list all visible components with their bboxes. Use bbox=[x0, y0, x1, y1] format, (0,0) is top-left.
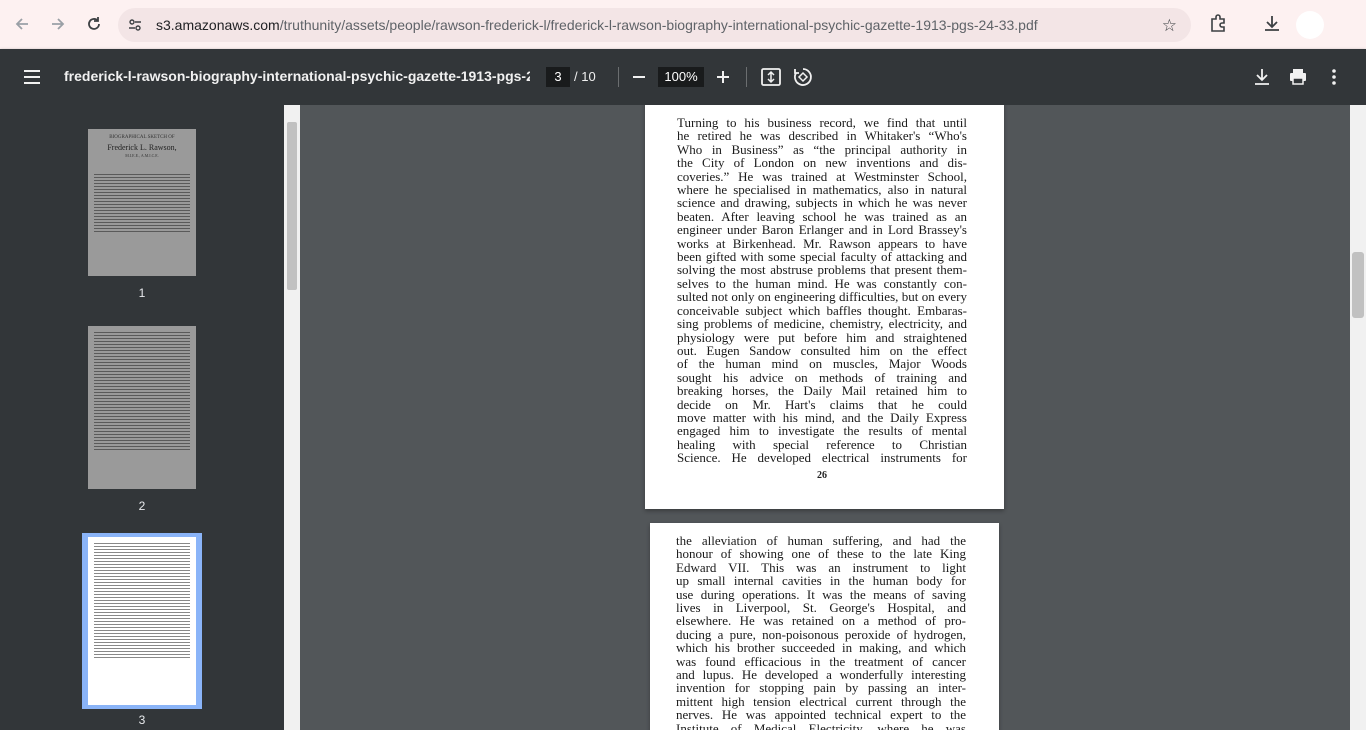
rotate-icon[interactable] bbox=[792, 66, 814, 88]
text-line: sought his advice on methods of training… bbox=[677, 369, 967, 385]
text-line: sing problems of medicine, chemistry, el… bbox=[677, 316, 967, 332]
text-line: selves to the human mind. He was constan… bbox=[677, 275, 967, 291]
text-line: ducing a pure, non-poisonous peroxide of… bbox=[676, 626, 966, 642]
text-line: of the human mind on muscles, Major Wood… bbox=[677, 356, 967, 372]
text-line: conceivable subject which baffles though… bbox=[677, 302, 967, 318]
text-line: breaking horses, the Daily Mail retained… bbox=[677, 383, 967, 399]
text-line: nerves. He was appointed technical exper… bbox=[676, 707, 966, 723]
text-line: mittent high tension electrical current … bbox=[676, 693, 966, 709]
profile-avatar[interactable] bbox=[1296, 11, 1324, 39]
thumbnail-image[interactable] bbox=[88, 537, 196, 705]
text-line: physiology were put before him and strai… bbox=[677, 329, 967, 345]
thumbnail-image[interactable]: BIOGRAPHICAL SKETCH OF Frederick L. Raws… bbox=[88, 129, 196, 276]
text-line: use during operations. It was the means … bbox=[676, 586, 966, 602]
text-line: move matter with his mind, and the Daily… bbox=[677, 409, 967, 425]
text-line: decide on Mr. Hart's claims that he coul… bbox=[677, 396, 967, 412]
page-body-text: Turning to his business record, we find … bbox=[677, 116, 967, 465]
pdf-toolbar: frederick-l-rawson-biography-internation… bbox=[0, 49, 1366, 105]
text-line: invention for stopping pain by passing a… bbox=[676, 680, 966, 696]
text-line: honour of showing one of these to the la… bbox=[676, 546, 966, 562]
page-number: 26 bbox=[817, 470, 827, 481]
toolbar-divider bbox=[746, 67, 747, 87]
zoom-out-button[interactable] bbox=[627, 65, 651, 89]
text-line: which his brother succeeded in making, a… bbox=[676, 640, 966, 656]
pdf-viewer: Turning to his business record, we find … bbox=[300, 105, 1350, 730]
text-line: healing with special reference to Christ… bbox=[677, 436, 967, 452]
document-title: frederick-l-rawson-biography-internation… bbox=[64, 68, 530, 84]
thumbnail-image[interactable] bbox=[88, 326, 196, 489]
forward-icon[interactable] bbox=[46, 12, 70, 36]
text-line: where he specialised in mathematics, als… bbox=[677, 182, 967, 198]
reload-icon[interactable] bbox=[82, 12, 106, 36]
page-total: / 10 bbox=[574, 69, 596, 84]
text-line: Who in Business” as “the principal autho… bbox=[677, 141, 967, 157]
text-line: Edward VII. This was an instrument to li… bbox=[676, 559, 966, 575]
zoom-level-input[interactable]: 100% bbox=[658, 67, 704, 87]
text-line: lives in Liverpool, St. George's Hospita… bbox=[676, 600, 966, 616]
viewer-scrollbar[interactable] bbox=[1350, 105, 1366, 730]
url-text: s3.amazonaws.com/truthunity/assets/peopl… bbox=[156, 17, 1038, 33]
text-line: and lupus. He developed a wonderfully in… bbox=[676, 667, 966, 683]
sidebar-scrollbar-thumb[interactable] bbox=[287, 122, 297, 290]
text-line: Turning to his business record, we find … bbox=[677, 115, 967, 130]
text-line: Science. He developed electrical instrum… bbox=[677, 450, 967, 466]
text-line: engineer under Baron Erlanger and in Lor… bbox=[677, 222, 967, 238]
back-icon[interactable] bbox=[10, 12, 34, 36]
text-line: solving the most abstruse problems that … bbox=[677, 262, 967, 278]
url-host: s3.amazonaws.com bbox=[156, 17, 280, 33]
fit-page-icon[interactable] bbox=[760, 66, 782, 88]
text-line: science and drawing, subjects in which h… bbox=[677, 195, 967, 211]
pdf-page-4: the alleviation of human suffering, and … bbox=[650, 523, 999, 730]
text-line: works at Birkenhead. Mr. Rawson appears … bbox=[677, 235, 967, 251]
zoom-in-button[interactable] bbox=[711, 65, 735, 89]
pdf-download-icon[interactable] bbox=[1251, 66, 1273, 88]
page-number-input[interactable]: 3 bbox=[546, 67, 570, 87]
print-icon[interactable] bbox=[1287, 66, 1309, 88]
viewer-scrollbar-thumb[interactable] bbox=[1352, 252, 1364, 318]
browser-toolbar: s3.amazonaws.com/truthunity/assets/peopl… bbox=[0, 0, 1366, 49]
thumbnail-page-2[interactable]: 2 bbox=[84, 326, 200, 513]
page-body-text: the alleviation of human suffering, and … bbox=[676, 534, 966, 730]
toolbar-divider bbox=[618, 67, 619, 87]
thumbnail-page-3[interactable]: 3 bbox=[84, 537, 200, 727]
text-line: elsewhere. He was retained on a method o… bbox=[676, 613, 966, 629]
thumbnail-heading: BIOGRAPHICAL SKETCH OF bbox=[109, 135, 175, 140]
text-line: beaten. After leaving school he was trai… bbox=[677, 208, 967, 224]
text-line: up small internal cavities in the human … bbox=[676, 573, 966, 589]
thumbnail-label: 2 bbox=[138, 499, 146, 513]
text-line: sulted not only on engineering difficult… bbox=[677, 289, 967, 305]
text-line: been gifted with some special faculty of… bbox=[677, 249, 967, 265]
bookmark-star-icon[interactable]: ☆ bbox=[1162, 16, 1177, 36]
text-line: was found efficacious in the treatment o… bbox=[676, 653, 966, 669]
text-line: he retired he was described in Whitaker'… bbox=[677, 128, 967, 144]
thumbnail-page-1[interactable]: BIOGRAPHICAL SKETCH OF Frederick L. Raws… bbox=[84, 129, 200, 300]
extensions-icon[interactable] bbox=[1208, 13, 1228, 38]
thumbnail-name: Frederick L. Rawson, bbox=[107, 143, 177, 152]
pdf-page-3: Turning to his business record, we find … bbox=[645, 105, 1004, 509]
text-line: engaged him to investigate the results o… bbox=[677, 423, 967, 439]
text-line: Institute of Medical Electricity, where … bbox=[676, 720, 966, 730]
menu-icon[interactable] bbox=[22, 67, 42, 87]
more-options-icon[interactable] bbox=[1323, 66, 1345, 88]
thumbnail-sidebar: BIOGRAPHICAL SKETCH OF Frederick L. Raws… bbox=[0, 105, 284, 730]
url-path: /truthunity/assets/people/rawson-frederi… bbox=[279, 17, 1038, 33]
address-bar[interactable]: s3.amazonaws.com/truthunity/assets/peopl… bbox=[118, 8, 1191, 42]
text-line: the City of London on new inventions and… bbox=[677, 155, 967, 171]
thumbnail-label: 1 bbox=[138, 286, 146, 300]
text-line: out. Eugen Sandow consulted him on the e… bbox=[677, 342, 967, 358]
text-line: coveries.” He was trained at Westminster… bbox=[677, 168, 967, 184]
thumbnail-label: 3 bbox=[138, 713, 146, 727]
site-info-icon[interactable] bbox=[124, 14, 146, 36]
download-icon[interactable] bbox=[1262, 13, 1282, 38]
text-line: the alleviation of human suffering, and … bbox=[676, 533, 966, 548]
